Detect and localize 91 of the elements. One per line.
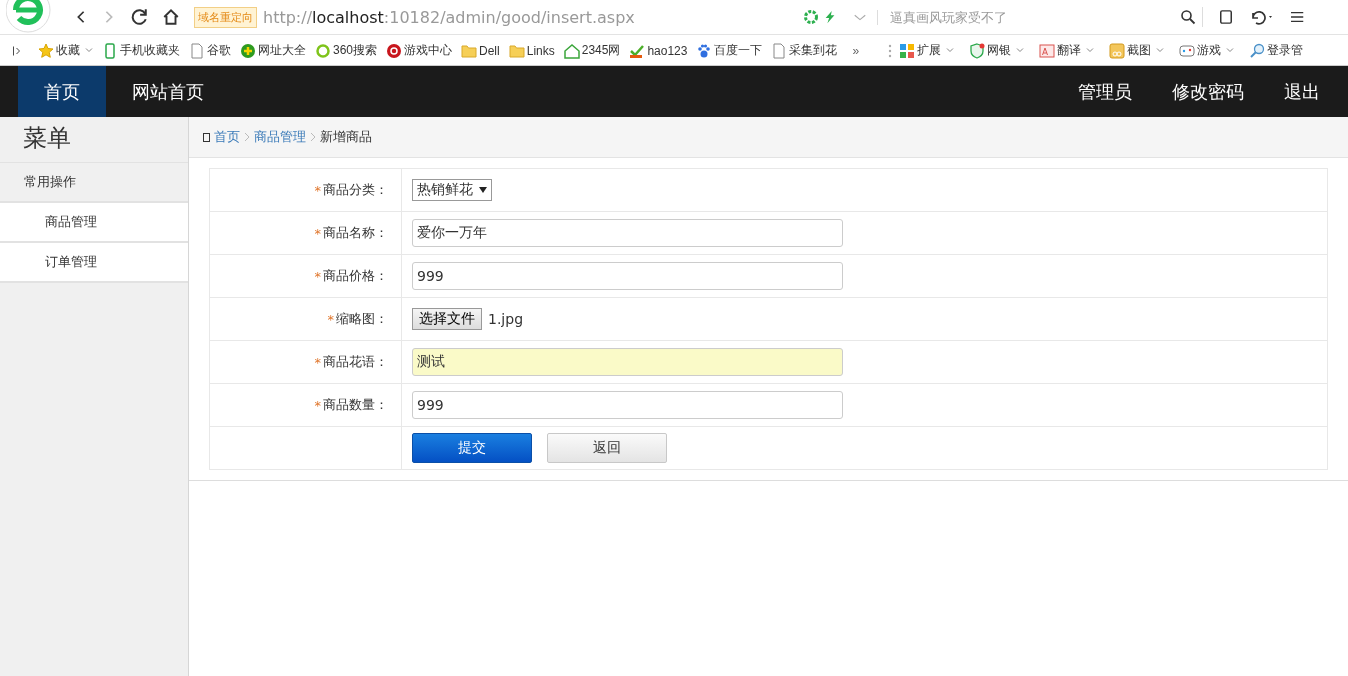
- required-mark: *: [314, 182, 321, 198]
- ring-icon: [315, 42, 331, 59]
- mobile-button[interactable]: [1219, 8, 1233, 26]
- chevron-down-icon: [85, 45, 93, 54]
- text-field[interactable]: 测试: [412, 348, 843, 376]
- undo-icon: [1249, 9, 1275, 25]
- extension-button[interactable]: 扩展: [899, 42, 955, 59]
- drag-handle-icon: [887, 42, 894, 59]
- menu-item[interactable]: 订单管理: [0, 243, 188, 283]
- field-label: 商品价格：: [323, 267, 388, 285]
- extension-button[interactable]: 截图: [1109, 42, 1165, 59]
- back-button[interactable]: 返回: [547, 433, 667, 463]
- house-icon: [563, 42, 580, 59]
- star-icon: [38, 42, 54, 59]
- text-field[interactable]: 999: [412, 391, 843, 419]
- phone-icon: [1219, 8, 1233, 26]
- required-mark: *: [314, 397, 321, 413]
- text-field[interactable]: 999: [412, 262, 843, 290]
- field-label: 商品数量：: [323, 396, 388, 414]
- address-bar[interactable]: http://localhost:10182/admin/good/insert.aspx: [263, 7, 803, 27]
- submit-button[interactable]: 提交: [412, 433, 532, 463]
- nav-tab[interactable]: 网站首页: [106, 66, 230, 117]
- field-label: 商品花语：: [323, 353, 388, 371]
- nav-link[interactable]: 退出: [1264, 66, 1340, 117]
- category-select[interactable]: 热销鲜花: [412, 179, 492, 201]
- folder-icon: [508, 42, 525, 59]
- chevron-down-icon: [946, 45, 955, 54]
- required-mark: *: [327, 311, 334, 327]
- bookmark[interactable]: Dell: [461, 42, 500, 59]
- folder-icon: [461, 42, 478, 59]
- bookmark[interactable]: 360搜索: [315, 42, 378, 59]
- bookmark[interactable]: 收藏: [38, 42, 93, 59]
- chevron-down-icon: [1156, 45, 1165, 54]
- bookmark[interactable]: 2345网: [563, 42, 621, 59]
- nav-link[interactable]: 修改密码: [1152, 66, 1264, 117]
- undo-button[interactable]: [1249, 9, 1275, 25]
- blocks-icon: [899, 42, 916, 59]
- page-icon: [771, 42, 788, 59]
- reload-button[interactable]: [130, 8, 148, 26]
- required-mark: *: [314, 354, 321, 370]
- bookmark[interactable]: 手机收藏夹: [102, 42, 180, 59]
- menu-title: 菜单: [0, 117, 188, 163]
- home-button[interactable]: [162, 8, 180, 26]
- choose-file-button[interactable]: 选择文件: [412, 308, 482, 330]
- more-bookmarks-button[interactable]: »: [852, 43, 860, 58]
- paw-icon: [696, 42, 713, 59]
- file-name: 1.jpg: [488, 311, 524, 327]
- breadcrumb-link[interactable]: 首页: [214, 128, 240, 146]
- required-mark: *: [314, 268, 321, 284]
- shield-icon: [969, 42, 986, 59]
- bookmark[interactable]: 网址大全: [240, 42, 306, 59]
- breadcrumb-link[interactable]: 商品管理: [254, 128, 306, 146]
- extension-button[interactable]: 游戏: [1179, 42, 1235, 59]
- breadcrumb-chevron-icon: [310, 132, 316, 142]
- reload-icon: [130, 8, 148, 26]
- plus-icon: [240, 42, 256, 59]
- lightning-icon: [823, 9, 837, 25]
- home-icon: [162, 8, 180, 26]
- dashed-ring-icon: [803, 9, 819, 25]
- extension-button[interactable]: 网银: [969, 42, 1025, 59]
- pad-icon: [1179, 42, 1196, 59]
- dropdown-arrow-icon: [479, 187, 487, 193]
- text-field[interactable]: 爱你一万年: [412, 219, 843, 247]
- page-icon: [189, 42, 205, 59]
- required-mark: *: [314, 225, 321, 241]
- search-icon: [1180, 9, 1196, 25]
- nav-tab[interactable]: 首页: [18, 66, 106, 117]
- bookmark[interactable]: Links: [508, 42, 555, 59]
- phone-icon: [102, 42, 118, 59]
- redirect-badge: 域名重定向: [194, 6, 257, 28]
- chevron-down-icon: [1226, 45, 1235, 54]
- field-label: 商品分类：: [323, 181, 388, 199]
- extension-button[interactable]: 登录管: [1249, 42, 1304, 59]
- bookmark[interactable]: 谷歌: [189, 42, 231, 59]
- bookmark[interactable]: 游戏中心: [386, 42, 453, 59]
- field-label: 商品名称：: [323, 224, 388, 242]
- bookmark[interactable]: 百度一下: [696, 42, 763, 59]
- bookmark[interactable]: hao123: [629, 42, 688, 59]
- chevron-down-icon: [1086, 45, 1095, 54]
- breadcrumb-current: 新增商品: [320, 128, 372, 146]
- menu-item[interactable]: 商品管理: [0, 203, 188, 243]
- nav-link[interactable]: 管理员: [1058, 66, 1152, 117]
- chevron-down-icon: [1016, 45, 1025, 54]
- field-label: 缩略图：: [336, 310, 388, 328]
- aa-icon: [1039, 42, 1056, 59]
- menu-icon: [1291, 9, 1305, 25]
- bookmark[interactable]: 采集到花: [771, 42, 838, 59]
- breadcrumb-chevron-icon: [244, 132, 250, 142]
- home-square-icon: [203, 132, 210, 142]
- menu-button[interactable]: [1291, 9, 1305, 25]
- extension-button[interactable]: 翻译: [1039, 42, 1095, 59]
